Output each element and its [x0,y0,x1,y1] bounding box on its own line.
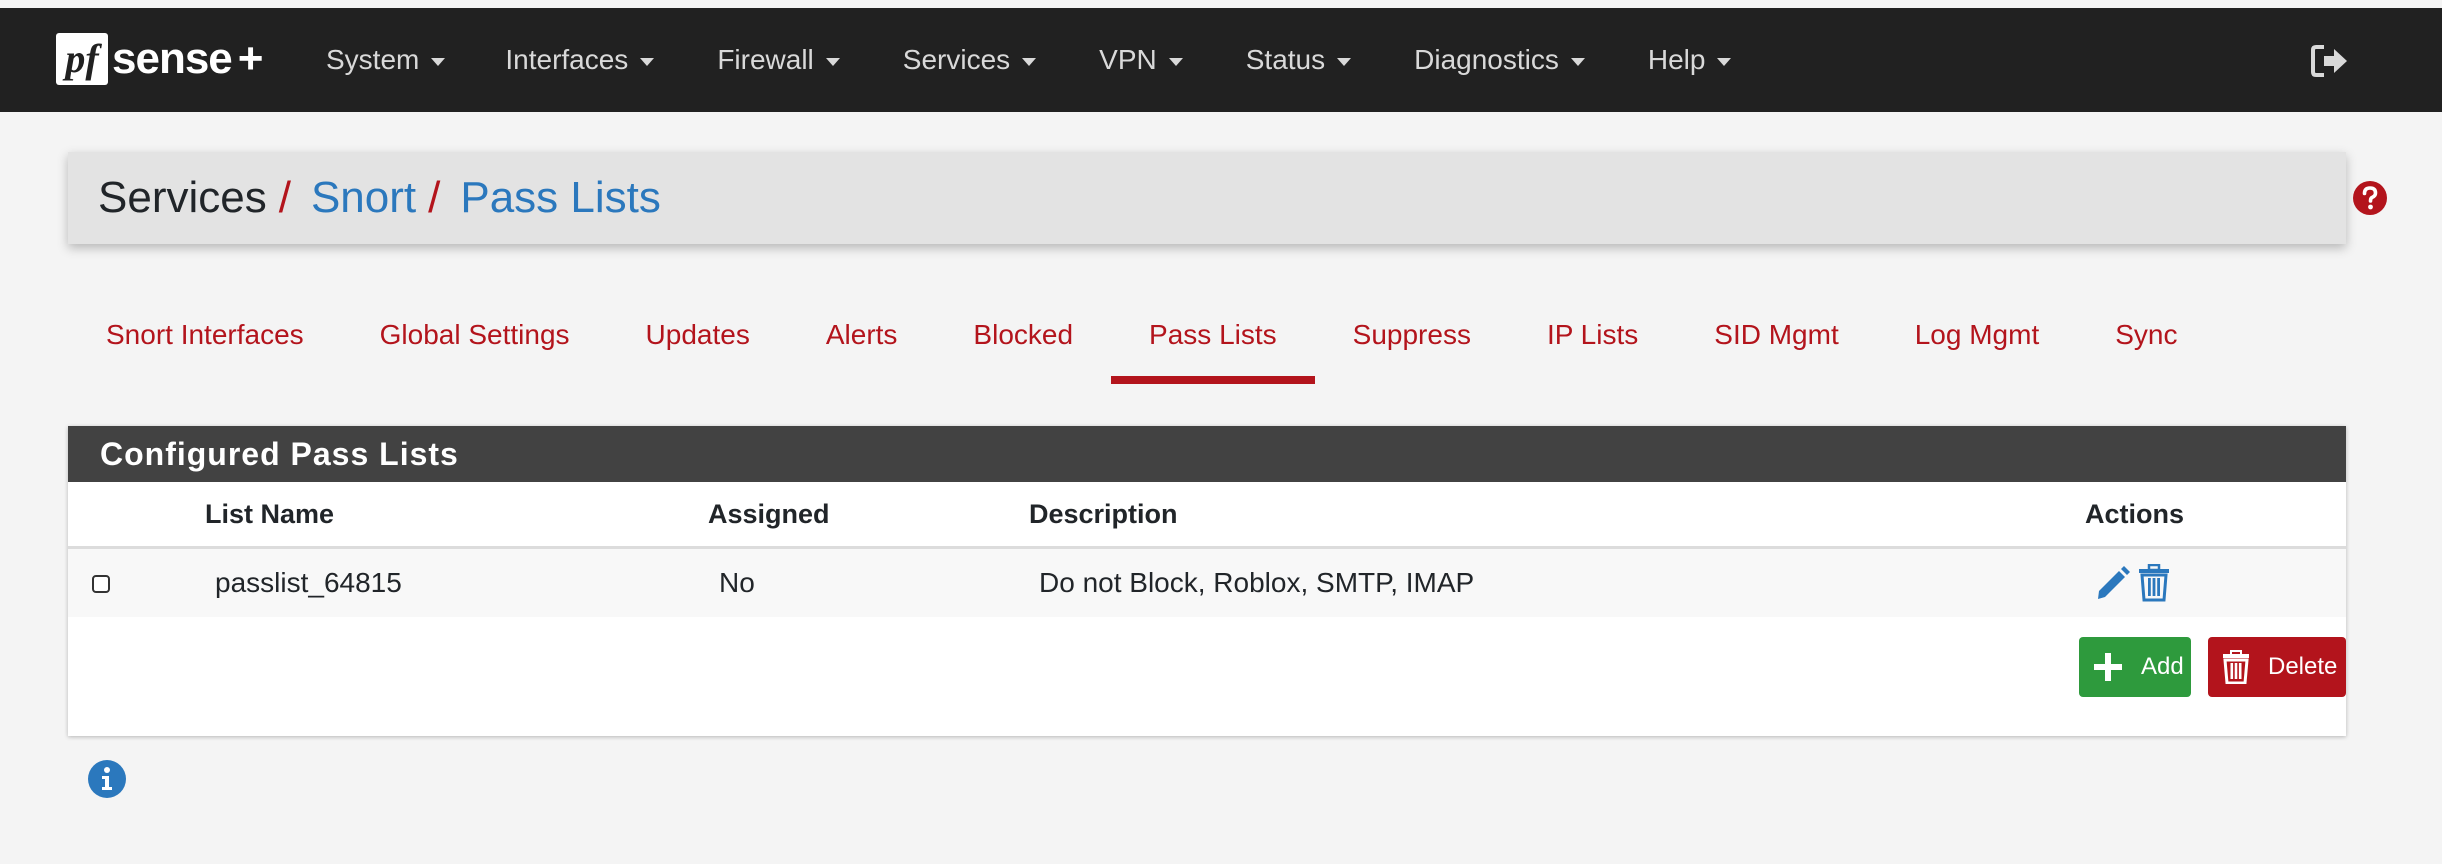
main-menu: System Interfaces Firewall Services VPN … [326,8,1732,112]
tab-ip-lists[interactable]: IP Lists [1509,300,1676,370]
breadcrumb-snort-link[interactable]: Snort [311,173,416,223]
logo-pf: pf [56,33,108,85]
breadcrumb: Services / Snort / Pass Lists [98,152,661,244]
tab-pass-lists[interactable]: Pass Lists [1111,300,1315,384]
cell-description: Do not Block, Roblox, SMTP, IMAP [1039,567,1475,598]
breadcrumb-services: Services [98,173,267,222]
tab-suppress[interactable]: Suppress [1315,300,1509,370]
pfsense-logo[interactable]: pf sense + [56,30,263,88]
cell-list-name: passlist_64815 [215,567,402,598]
row-select-checkbox[interactable] [92,575,110,593]
breadcrumb-pass-lists-link[interactable]: Pass Lists [460,173,661,223]
top-navbar: pf sense + System Interfaces Firewall Se… [0,8,2442,112]
panel-title: Configured Pass Lists [68,426,2346,482]
question-circle-icon[interactable] [2352,180,2388,216]
table-header: List Name Assigned Description Actions [68,482,2346,549]
trash-icon [2223,650,2249,684]
menu-interfaces-label: Interfaces [505,44,629,75]
tab-snort-interfaces[interactable]: Snort Interfaces [68,300,342,370]
pass-lists-panel: Configured Pass Lists List Name Assigned… [68,426,2346,736]
tab-blocked[interactable]: Blocked [935,300,1111,370]
menu-status[interactable]: Status [1245,44,1352,76]
info-circle-icon[interactable] [87,759,127,799]
menu-diagnostics[interactable]: Diagnostics [1414,44,1585,76]
column-list-name[interactable]: List Name [205,482,334,546]
menu-help[interactable]: Help [1648,44,1732,76]
add-button-label: Add [2141,653,2184,680]
breadcrumb-panel: Services / Snort / Pass Lists [68,152,2387,244]
breadcrumb-separator: / [428,173,441,222]
column-description[interactable]: Description [1029,482,1178,546]
caret-down-icon [1337,58,1352,66]
trash-icon[interactable] [2136,564,2172,602]
menu-system-label: System [326,44,420,75]
menu-interfaces[interactable]: Interfaces [505,44,655,76]
table-row: passlist_64815 No Do not Block, Roblox, … [68,549,2346,617]
caret-down-icon [1570,58,1585,66]
tab-sync[interactable]: Sync [2077,300,2215,370]
add-button[interactable]: Add [2079,637,2191,697]
delete-button[interactable]: Delete [2208,637,2346,697]
caret-down-icon [825,58,840,66]
cell-assigned: No [719,567,755,598]
snort-tabs: Snort Interfaces Global Settings Updates… [68,300,2215,384]
menu-system[interactable]: System [326,44,446,76]
column-actions: Actions [2085,498,2185,529]
menu-firewall[interactable]: Firewall [717,44,840,76]
caret-down-icon [1717,58,1732,66]
tab-alerts[interactable]: Alerts [788,300,936,370]
menu-vpn[interactable]: VPN [1099,44,1183,76]
caret-down-icon [1168,58,1183,66]
menu-firewall-label: Firewall [717,44,814,75]
caret-down-icon [640,58,655,66]
menu-vpn-label: VPN [1099,44,1157,75]
menu-services[interactable]: Services [902,44,1037,76]
menu-help-label: Help [1647,44,1706,75]
caret-down-icon [1022,58,1037,66]
delete-button-label: Delete [2268,653,2338,680]
logo-plus: + [237,34,264,83]
menu-services-label: Services [902,44,1011,75]
breadcrumb-separator: / [278,173,291,222]
logo-sense: sense [112,34,233,83]
plus-icon [2094,653,2122,681]
caret-down-icon [431,58,446,66]
column-assigned[interactable]: Assigned [708,482,830,546]
tab-global-settings[interactable]: Global Settings [342,300,608,370]
pencil-icon[interactable] [2094,564,2130,602]
tab-log-mgmt[interactable]: Log Mgmt [1877,300,2078,370]
sign-out-icon[interactable] [2310,44,2350,78]
tab-sid-mgmt[interactable]: SID Mgmt [1676,300,1876,370]
menu-status-label: Status [1245,44,1326,75]
tab-updates[interactable]: Updates [608,300,788,370]
menu-diagnostics-label: Diagnostics [1414,44,1559,75]
